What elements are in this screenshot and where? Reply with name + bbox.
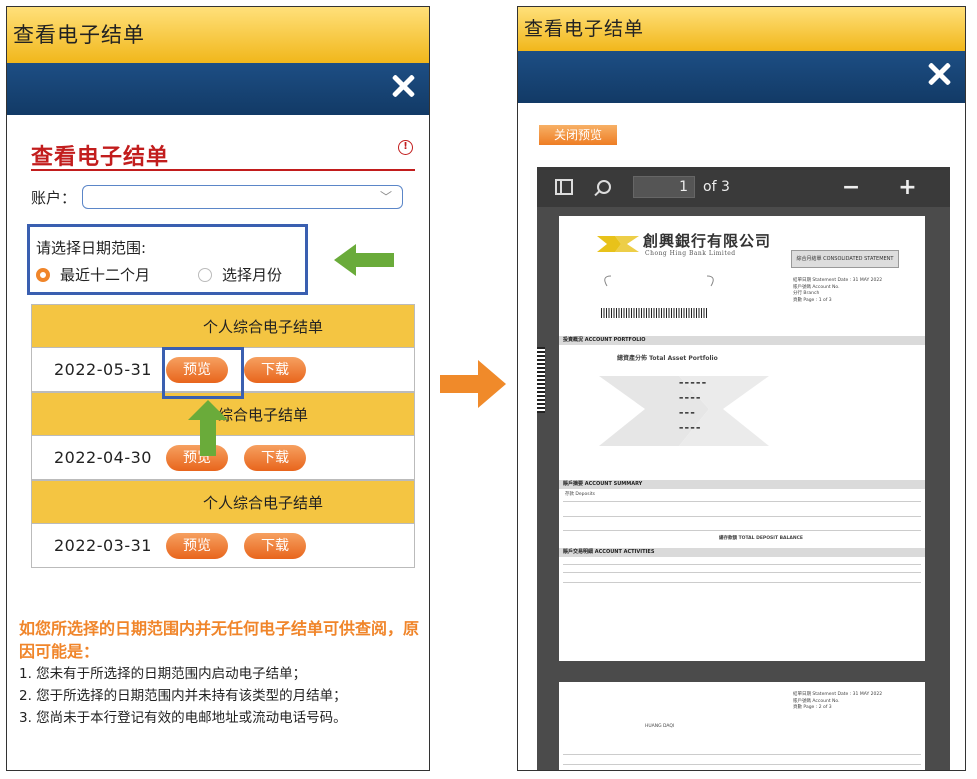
statement-meta: 結單日期 Statement Date : 31 MAY 2022 賬戶號碼 A… [793,278,883,303]
section-portfolio: 投資概況 ACCOUNT PORTFOLIO [559,336,925,345]
statement-date: 2022-05-31 [54,360,152,379]
bank-logo-icon [597,236,639,252]
no-statement-notice: 如您所选择的日期范围内并无任何电子结单可供查阅，原因可能是： 1. 您未有于所选… [19,617,419,729]
statement-header: 个人综合电子结单 [31,304,415,348]
app-title-bar: 查看电子结单 [7,7,429,63]
close-icon[interactable] [925,60,953,88]
notice-title: 如您所选择的日期范围内并无任何电子结单可供查阅，原因可能是： [19,619,420,661]
page-title: 查看电子结单 [31,145,170,170]
deposits-label: 存款 Deposits [565,492,595,497]
bank-name-cn: 創興銀行有限公司 [643,232,772,250]
account-select[interactable]: ﹀ [82,185,403,209]
green-arrow-up-icon [188,400,228,456]
zoom-in-button[interactable]: + [898,175,916,200]
barcode [601,308,707,318]
download-button[interactable]: 下载 [244,356,306,383]
page-total: of 3 [703,179,730,195]
mobile-statement-screen: 查看电子结单 查看电子结单 ! 账户： ﹀ 请选择日期范围: 最近十二个月 选择… [6,6,430,771]
statement-meta: 結單日期 Statement Date : 31 MAY 2022 賬戶號碼 A… [793,692,883,710]
radio-choose-month[interactable] [198,267,213,282]
close-preview-button[interactable]: 关闭预览 [539,125,617,145]
page-heading: 查看电子结单 ! [31,139,415,171]
notice-item: 1. 您未有于所选择的日期范围内启动电子结单； [19,666,307,682]
address-bracket [604,275,714,287]
pdf-page: 結單日期 Statement Date : 31 MAY 2022 賬戶號碼 A… [559,682,925,770]
pdf-page: 創興銀行有限公司 Chong Hing Bank Limited 綜合月結單 C… [559,216,925,661]
statement-date: 2022-03-31 [54,536,152,555]
side-barcode [537,347,545,413]
section-summary: 賬戶摘要 ACCOUNT SUMMARY [559,480,925,489]
pdf-toolbar: 1 of 3 − + [537,167,950,207]
pdf-viewer: 1 of 3 − + 創興銀行有限公司 Chong Hing Bank Limi… [537,167,950,770]
radio-choose-month-label: 选择月份 [222,266,283,284]
date-range-highlight: 请选择日期范围: 最近十二个月 选择月份 [27,224,308,295]
preview-button[interactable]: 预览 [166,532,228,559]
orange-arrow-right-icon [440,360,506,408]
watermark-logo [599,376,769,446]
statement-title: 綜合月結單 CONSOLIDATED STATEMENT [791,250,899,268]
nav-bar [518,51,965,103]
radio-last-12-months[interactable] [36,267,50,282]
chevron-down-icon: ﹀ [379,190,392,204]
search-icon[interactable] [597,180,611,194]
account-row: 账户： ﹀ [31,184,403,210]
bank-name-en: Chong Hing Bank Limited [645,250,736,257]
statement-date: 2022-04-30 [54,448,152,467]
radio-last-12-months-label: 最近十二个月 [60,266,151,284]
customer-name: HUANG DAQI [645,724,675,729]
nav-bar [7,63,429,115]
page-number-input[interactable]: 1 [633,176,695,198]
zoom-out-button[interactable]: − [842,175,860,200]
green-arrow-left-icon [334,244,394,276]
account-label: 账户： [31,188,77,207]
notice-item: 2. 您于所选择的日期范围内并未持有该类型的月结单； [19,688,347,704]
pdf-preview-screen: 查看电子结单 关闭预览 1 of 3 − + 創興銀行有限公司 Chong Hi… [517,6,966,771]
statement-row: 2022-03-31 预览 下载 [31,524,415,568]
close-icon[interactable] [389,72,417,100]
preview-button-highlight [162,347,244,399]
sidebar-toggle-icon[interactable] [555,179,573,195]
app-title-bar: 查看电子结单 [518,7,965,51]
notice-item: 3. 您尚未于本行登记有效的电邮地址或流动电话号码。 [19,710,347,726]
info-icon[interactable]: ! [398,140,413,155]
date-range-prompt: 请选择日期范围: [36,239,147,257]
total-deposit-label: 總存款額 TOTAL DEPOSIT BALANCE [719,536,803,541]
download-button[interactable]: 下载 [244,444,306,471]
section-activities: 賬戶交易明細 ACCOUNT ACTIVITIES [559,548,925,557]
download-button[interactable]: 下载 [244,532,306,559]
statement-header: 个人综合电子结单 [31,480,415,524]
date-range-options: 最近十二个月 选择月份 [36,264,299,285]
